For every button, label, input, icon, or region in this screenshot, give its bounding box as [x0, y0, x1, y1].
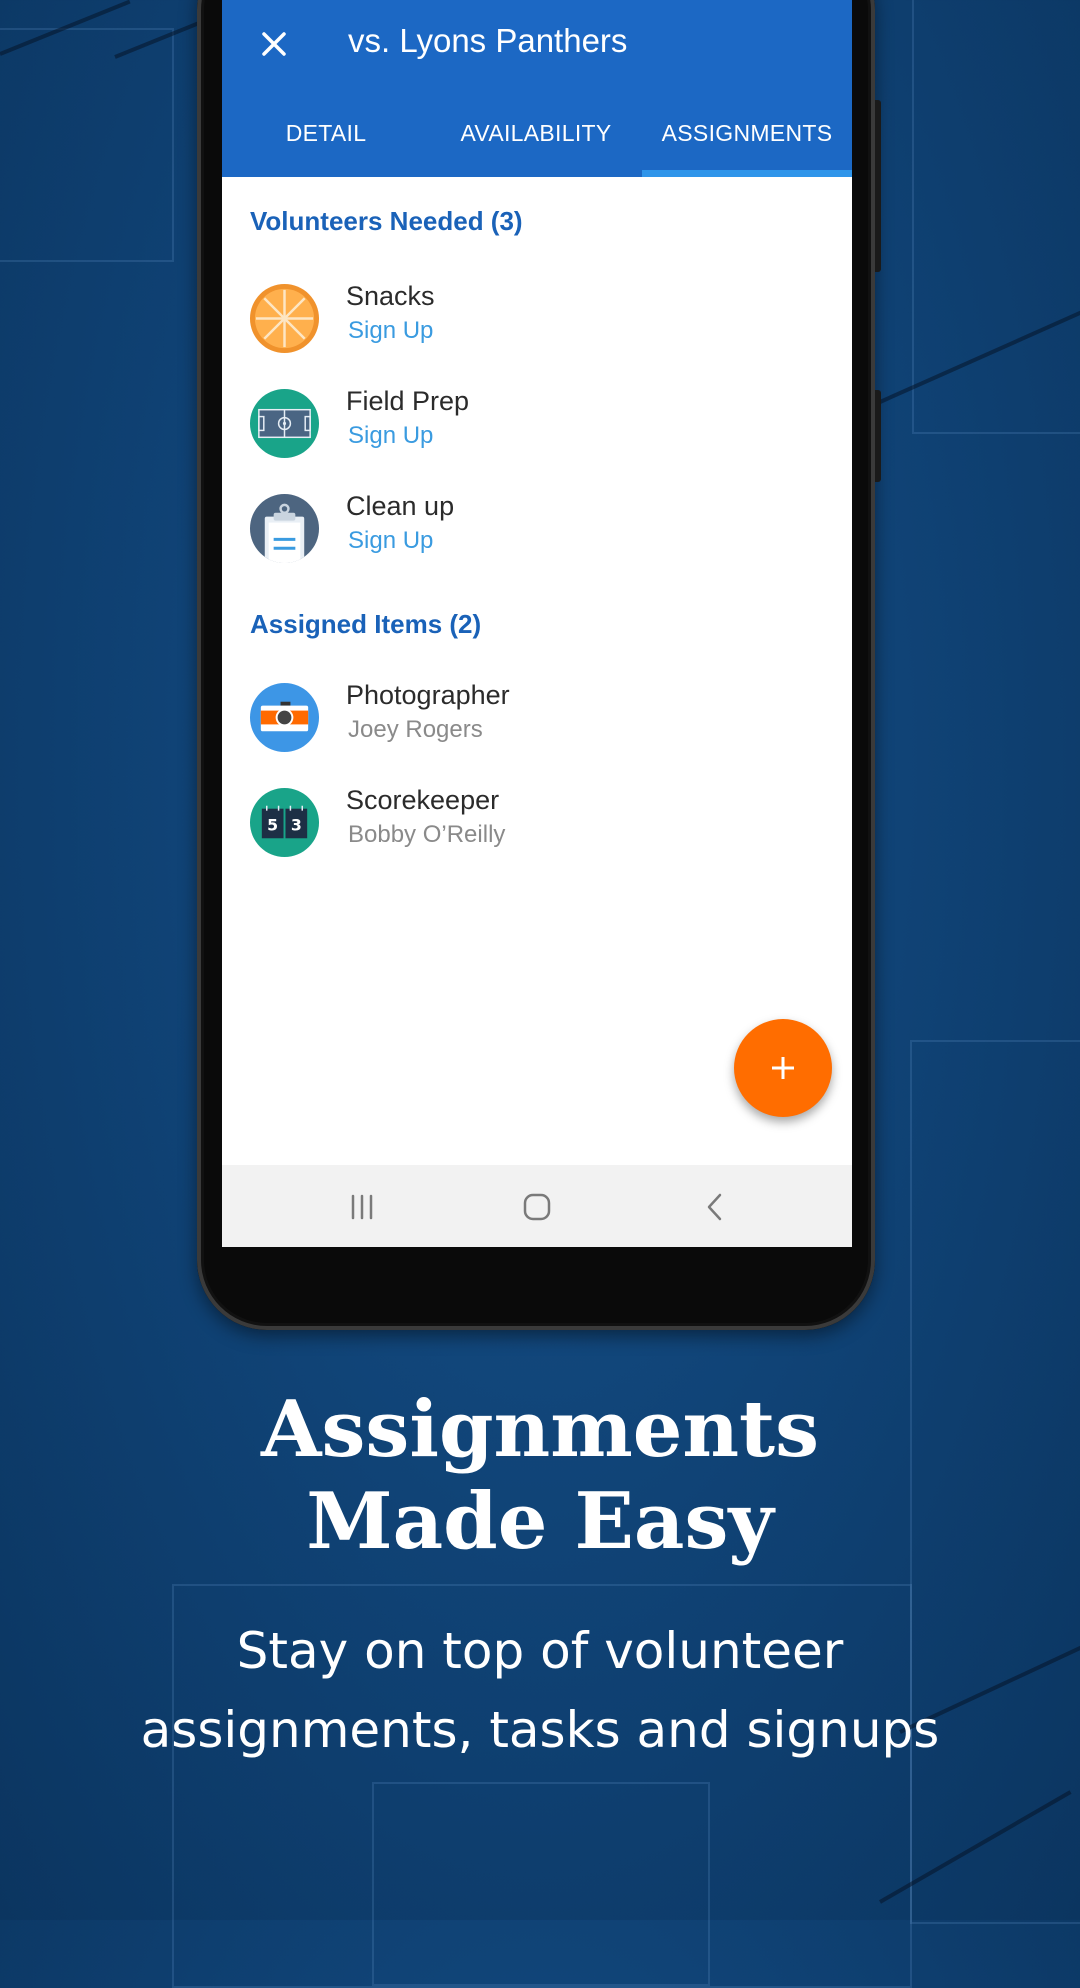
add-assignment-button[interactable] [734, 1019, 832, 1117]
orange-slice-icon [249, 283, 320, 354]
plus-icon [772, 1057, 794, 1079]
field-line-goal-box [372, 1782, 710, 1986]
app-bar: vs. Lyons Panthers DETAIL AVAILABILITY A… [222, 0, 852, 177]
phone-volume-button [875, 100, 881, 272]
sign-up-link[interactable]: Sign Up [348, 317, 433, 345]
close-button[interactable] [250, 20, 298, 68]
item-name: Snacks [346, 281, 435, 311]
home-icon[interactable] [520, 1190, 554, 1224]
soccer-field-icon [249, 388, 320, 459]
clipboard-icon [249, 493, 320, 564]
list-item-scorekeeper[interactable]: 5 3 Scorekeeper Bobby O’Reilly [222, 777, 852, 867]
item-name: Scorekeeper [346, 785, 500, 815]
list-item-field-prep[interactable]: Field Prep Sign Up [222, 378, 852, 468]
item-name: Photographer [346, 680, 510, 710]
close-icon [262, 32, 286, 56]
phone-power-button [875, 390, 881, 482]
back-icon[interactable] [698, 1190, 732, 1224]
tab-assignments[interactable]: ASSIGNMENTS [642, 108, 852, 177]
active-tab-indicator [642, 170, 852, 177]
tab-bar: DETAIL AVAILABILITY ASSIGNMENTS [222, 108, 852, 177]
headline-line-1: Assignments [260, 1384, 820, 1475]
subtitle-line-2: assignments, tasks and signups [140, 1701, 940, 1759]
assignee-name: Joey Rogers [348, 716, 483, 743]
field-line-right [912, 0, 1080, 434]
item-name: Clean up [346, 491, 455, 521]
volunteers-needed-header: Volunteers Needed (3) [250, 206, 523, 236]
page-title: vs. Lyons Panthers [348, 22, 628, 59]
camera-icon [249, 682, 320, 753]
phone-screen: vs. Lyons Panthers DETAIL AVAILABILITY A… [222, 0, 852, 1247]
list-item-snacks[interactable]: Snacks Sign Up [222, 273, 852, 363]
score-digit: 5 [267, 815, 278, 834]
tab-availability[interactable]: AVAILABILITY [430, 108, 642, 177]
scoreboard-icon: 5 3 [249, 787, 320, 858]
tab-detail[interactable]: DETAIL [222, 108, 430, 177]
promo-subtitle: Stay on top of volunteer assignments, ta… [0, 1612, 1080, 1770]
list-item-clean-up[interactable]: Clean up Sign Up [222, 483, 852, 573]
sign-up-link[interactable]: Sign Up [348, 527, 433, 555]
subtitle-line-1: Stay on top of volunteer [236, 1622, 844, 1680]
sign-up-link[interactable]: Sign Up [348, 422, 433, 450]
list-item-photographer[interactable]: Photographer Joey Rogers [222, 672, 852, 762]
assigned-items-header: Assigned Items (2) [250, 609, 482, 639]
score-digit: 3 [291, 815, 302, 834]
field-line-box-top [0, 28, 174, 262]
system-nav-bar [222, 1165, 852, 1247]
item-name: Field Prep [346, 386, 470, 416]
recents-icon[interactable] [345, 1190, 379, 1224]
promo-headline: Assignments Made Easy [0, 1384, 1080, 1568]
headline-line-2: Made Easy [306, 1476, 774, 1567]
assignee-name: Bobby O’Reilly [348, 821, 506, 848]
